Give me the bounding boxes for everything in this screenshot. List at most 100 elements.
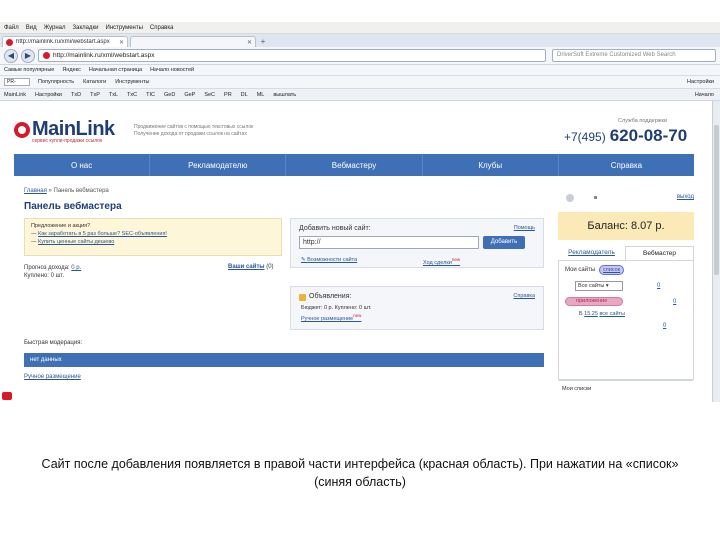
my-sites-label: Мои сайты (565, 267, 596, 273)
seo-item[interactable]: TxP (90, 92, 100, 98)
toolbar-settings[interactable]: Настройки (687, 79, 714, 85)
add-site-button[interactable]: Добавить (483, 236, 525, 249)
page-title: Панель вебмастера (24, 201, 122, 212)
moderation-label: Быстрая модерация: (24, 340, 83, 346)
seo-item[interactable]: MainLink (4, 92, 26, 98)
separator-dot (594, 196, 597, 199)
new-tab-button[interactable]: + (258, 37, 268, 47)
seo-item[interactable]: TxL (109, 92, 118, 98)
tab-webmaster[interactable]: Вебмастер (625, 246, 694, 260)
toolbar-item[interactable]: Каталоги (83, 79, 106, 85)
tab-mainlink[interactable]: http://mainlink.ru/xmi/webstart.aspx ✕ (2, 36, 128, 47)
ads-help-link[interactable]: Справка (513, 293, 535, 299)
bookmark-item[interactable]: Начальная страница (89, 67, 142, 73)
income-purchases: Куплено: 0 шт. (24, 273, 65, 279)
deal-process-text: Ход сделки (423, 259, 452, 266)
breadcrumb-home[interactable]: Главная (24, 188, 47, 194)
seo-item[interactable]: Настройки (35, 92, 62, 98)
bookmark-item[interactable]: Яндекс (62, 67, 81, 73)
added-site-item[interactable]: приложение (565, 297, 623, 306)
ads-panel: Объявления: Справка Бюджет: 0 р. Куплено… (290, 286, 544, 330)
seo-item[interactable]: ML (257, 92, 265, 98)
sites-count-value[interactable]: 0 (657, 283, 660, 289)
seo-start[interactable]: Начало (695, 92, 714, 98)
tab-strip: http://mainlink.ru/xmi/webstart.aspx ✕ ✕… (0, 34, 720, 47)
seo-item[interactable]: GeP (184, 92, 195, 98)
toolbar-search-box[interactable]: PR- (4, 78, 30, 86)
nav-webmaster[interactable]: Вебмастеру (286, 154, 423, 176)
site-features-link[interactable]: ✎ Возможности сайта (301, 257, 357, 263)
toolbar-item[interactable]: Инструменты (115, 79, 149, 85)
ads-title: Объявления: (309, 293, 352, 300)
support-label: Служба поддержки (618, 118, 667, 124)
tab-advertiser[interactable]: Рекламодатель (558, 246, 625, 260)
manual-placement-link[interactable]: Ручное размещение (24, 374, 81, 380)
menu-view[interactable]: Вид (26, 25, 37, 31)
site-value[interactable]: 0 (673, 299, 676, 305)
site-url-input[interactable]: http:// (299, 236, 479, 249)
page-scrollbar[interactable] (712, 101, 720, 402)
mainlink-logo-icon (14, 121, 30, 138)
browser-status-icon (2, 392, 12, 400)
back-arrow-icon[interactable]: ◀ (4, 48, 18, 63)
stats-date-link[interactable]: 15.25 (584, 311, 598, 317)
all-sites-link[interactable]: Ваши сайты (228, 264, 265, 270)
address-text: http://mainlink.ru/xml/webstart.aspx (53, 52, 155, 59)
search-box[interactable]: DriverSoft Extreme Customized Web Search (552, 49, 716, 62)
mainlink-favicon-icon (6, 38, 13, 46)
seo-item[interactable]: TxD (71, 92, 81, 98)
nav-help[interactable]: Справка (559, 154, 694, 176)
seo-item[interactable]: PR (224, 92, 232, 98)
menu-bookmarks[interactable]: Закладки (73, 25, 99, 31)
logout-link[interactable]: выход (677, 194, 694, 200)
addon-toolbar: PR- Популярность Каталоги Инструменты На… (0, 76, 720, 89)
seo-item[interactable]: SeC (204, 92, 215, 98)
seo-item[interactable]: TxC (127, 92, 137, 98)
seo-item[interactable]: GeD (164, 92, 175, 98)
ads-manual-text: Ручное размещение (301, 315, 354, 322)
scrollbar-thumb[interactable] (714, 125, 719, 275)
notice-title: Предложение и акция? (31, 223, 91, 229)
ads-icon (299, 294, 306, 301)
main-nav: О нас Рекламодателю Вебмастеру Клубы Спр… (14, 154, 694, 176)
all-sites-count: (0) (266, 264, 274, 270)
nav-advertiser[interactable]: Рекламодателю (150, 154, 287, 176)
menu-history[interactable]: Журнал (44, 25, 66, 31)
menu-file[interactable]: Файл (4, 25, 19, 31)
sites-filter-select[interactable]: Все сайты ▾ (575, 281, 623, 291)
seo-item[interactable]: TIC (146, 92, 155, 98)
bookmarks-toolbar: Самые популярные Яндекс Начальная страни… (0, 65, 720, 76)
new-badge: new (353, 313, 362, 318)
tab-blank[interactable]: ✕ (130, 36, 256, 47)
webmaster-panel: Мои сайты список Все сайты ▾ 0 приложени… (558, 260, 694, 381)
stats-value[interactable]: 0 (663, 323, 666, 329)
toolbar-item[interactable]: Популярность (38, 79, 74, 85)
menu-help[interactable]: Справка (150, 25, 174, 31)
add-site-help-link[interactable]: Помощь (514, 225, 535, 231)
deal-process-link[interactable]: Ход сделкиnew (423, 257, 460, 266)
promo-line: Продвижение сайтов с помощью текстовых с… (134, 124, 254, 130)
header-promo: Продвижение сайтов с помощью текстовых с… (134, 124, 253, 138)
ads-manual-link[interactable]: Ручное размещениеnew (301, 313, 361, 322)
menu-tools[interactable]: Инструменты (106, 25, 143, 31)
income-label: Прогноз дохода: (24, 265, 70, 271)
stats-all-link[interactable]: все сайты (599, 311, 625, 317)
seo-item[interactable]: вышлать (273, 92, 296, 98)
role-tabs: Рекламодатель Вебмастер (558, 246, 694, 260)
forward-arrow-icon[interactable]: ▶ (21, 48, 35, 63)
close-tab-icon[interactable]: ✕ (247, 39, 252, 46)
tab-title: http://mainlink.ru/xmi/webstart.aspx (16, 39, 110, 45)
bookmark-item[interactable]: Начало новостей (150, 67, 194, 73)
bookmark-item[interactable]: Самые популярные (4, 67, 54, 73)
nav-clubs[interactable]: Клубы (423, 154, 559, 176)
notice-link-buy[interactable]: Купить ценные сайты дешево (38, 239, 114, 245)
close-tab-icon[interactable]: ✕ (119, 39, 124, 46)
address-bar[interactable]: http://mainlink.ru/xml/webstart.aspx (38, 49, 546, 62)
list-button[interactable]: список (599, 265, 625, 275)
seo-item[interactable]: DL (241, 92, 248, 98)
income-value[interactable]: 0 р. (71, 265, 81, 271)
promo-line: Получение дохода от продажи ссылок на са… (134, 131, 247, 137)
nav-about[interactable]: О нас (14, 154, 151, 176)
logo-tagline: сервис купли-продажи ссылок (32, 138, 103, 144)
notice-link-sec[interactable]: Как заработать в 5 раз больше? SEC-объяв… (38, 231, 167, 237)
